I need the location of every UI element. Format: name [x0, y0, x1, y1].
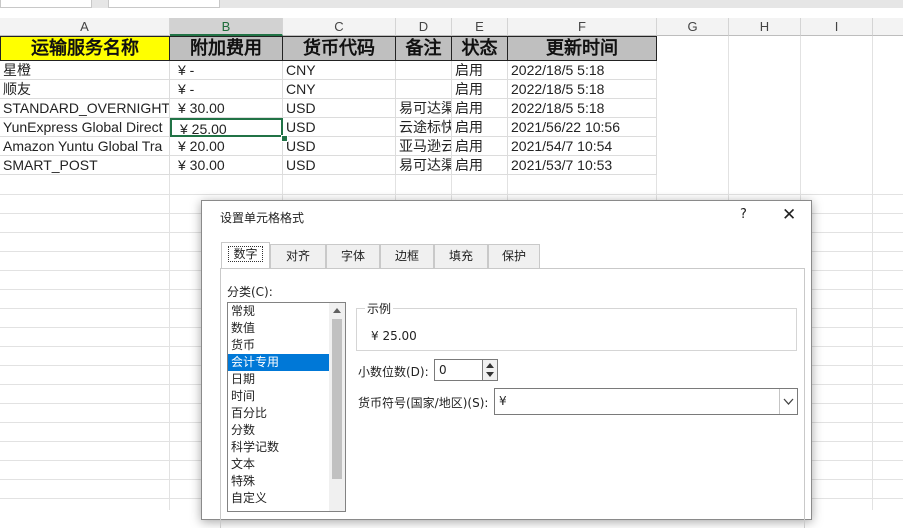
- scroll-arrows-icon: [332, 308, 342, 479]
- header-cell-surcharge[interactable]: 附加费用: [170, 36, 283, 61]
- help-button[interactable]: ?: [740, 207, 747, 222]
- category-label: 分类(C):: [227, 285, 273, 299]
- cell-updated[interactable]: 2022/18/5 5:18: [508, 99, 657, 118]
- chevron-down-icon: [779, 389, 797, 414]
- tab-fill[interactable]: 填充: [434, 244, 488, 268]
- currency-symbol-label: 货币符号(国家/地区)(S):: [358, 396, 489, 410]
- category-item[interactable]: 货币: [228, 337, 331, 354]
- currency-symbol-value: ¥: [499, 394, 507, 408]
- column-header-e[interactable]: E: [452, 18, 508, 36]
- cell-service-name[interactable]: Amazon Yuntu Global Tra: [0, 137, 170, 156]
- tab-protection[interactable]: 保护: [488, 244, 540, 268]
- cell-note[interactable]: 云途标快: [396, 118, 452, 137]
- cell-surcharge[interactable]: ¥ 30.00: [170, 99, 283, 118]
- column-header-f[interactable]: F: [508, 18, 657, 36]
- tab-number-label: 数字: [228, 246, 263, 262]
- cell-updated[interactable]: 2021/56/22 10:56: [508, 118, 657, 137]
- cell-note[interactable]: 亚马逊云: [396, 137, 452, 156]
- sample-value: ¥ 25.00: [371, 329, 417, 343]
- tab-alignment[interactable]: 对齐: [270, 244, 326, 268]
- cell-currency[interactable]: USD: [283, 118, 396, 137]
- cell-updated[interactable]: 2022/18/5 5:18: [508, 80, 657, 99]
- grid-line: [872, 36, 873, 510]
- category-item[interactable]: 文本: [228, 456, 331, 473]
- category-item[interactable]: 科学记数: [228, 439, 331, 456]
- cell-updated[interactable]: 2022/18/5 5:18: [508, 61, 657, 80]
- sample-label: 示例: [365, 300, 394, 317]
- cell-currency[interactable]: CNY: [283, 80, 396, 99]
- cell-note[interactable]: [396, 80, 452, 99]
- cell-status[interactable]: 启用: [452, 118, 508, 137]
- cell-surcharge[interactable]: ¥ 20.00: [170, 137, 283, 156]
- cell-updated[interactable]: 2021/53/7 10:53: [508, 156, 657, 175]
- column-header-d[interactable]: D: [396, 18, 452, 36]
- category-item[interactable]: 分数: [228, 422, 331, 439]
- cell-status[interactable]: 启用: [452, 99, 508, 118]
- cell-surcharge[interactable]: ¥ -: [170, 80, 283, 99]
- cell-currency[interactable]: USD: [283, 99, 396, 118]
- list-scrollbar[interactable]: [329, 303, 345, 511]
- cell-updated[interactable]: 2021/54/7 10:54: [508, 137, 657, 156]
- tab-border[interactable]: 边框: [380, 244, 434, 268]
- category-list[interactable]: 常规 数值 货币 会计专用 日期 时间 百分比 分数 科学记数 文本 特殊 自定…: [227, 302, 346, 512]
- tab-number[interactable]: 数字: [221, 242, 270, 268]
- header-cell-updated[interactable]: 更新时间: [508, 36, 657, 61]
- spinner-arrows-icon: [486, 363, 494, 377]
- cell-surcharge-selected[interactable]: ¥ 25.00: [170, 118, 283, 137]
- cell-service-name[interactable]: YunExpress Global Direct: [0, 118, 170, 137]
- header-cell-status[interactable]: 状态: [452, 36, 508, 61]
- cell-currency[interactable]: USD: [283, 156, 396, 175]
- cell-surcharge[interactable]: ¥ -: [170, 61, 283, 80]
- header-cell-note[interactable]: 备注: [396, 36, 452, 61]
- dialog-title: 设置单元格格式: [220, 211, 305, 225]
- cell-note[interactable]: 易可达渠: [396, 99, 452, 118]
- sheet-tab[interactable]: [0, 0, 92, 8]
- sheet-tab[interactable]: [108, 0, 220, 8]
- column-header-b[interactable]: B: [170, 18, 283, 36]
- column-header-i[interactable]: I: [801, 18, 873, 36]
- cell-status[interactable]: 启用: [452, 61, 508, 80]
- cell-status[interactable]: 启用: [452, 80, 508, 99]
- cell-service-name[interactable]: 顺友: [0, 80, 170, 99]
- cell-surcharge[interactable]: ¥ 30.00: [170, 156, 283, 175]
- decimal-spinner[interactable]: [482, 359, 498, 381]
- category-item[interactable]: 常规: [228, 303, 331, 320]
- header-cell-currency[interactable]: 货币代码: [283, 36, 396, 61]
- cell-note[interactable]: [396, 61, 452, 80]
- grid-line: [0, 194, 903, 195]
- cell-status[interactable]: 启用: [452, 156, 508, 175]
- category-item[interactable]: 自定义: [228, 490, 331, 507]
- category-item[interactable]: 百分比: [228, 405, 331, 422]
- column-header-c[interactable]: C: [283, 18, 396, 36]
- category-item[interactable]: 特殊: [228, 473, 331, 490]
- cell-status[interactable]: 启用: [452, 137, 508, 156]
- cell-currency[interactable]: USD: [283, 137, 396, 156]
- decimal-places-input[interactable]: 0: [434, 359, 484, 381]
- cell-currency[interactable]: CNY: [283, 61, 396, 80]
- cell-note[interactable]: 易可达渠: [396, 156, 452, 175]
- currency-symbol-select[interactable]: ¥: [494, 388, 798, 415]
- column-header-g[interactable]: G: [657, 18, 729, 36]
- category-item[interactable]: 时间: [228, 388, 331, 405]
- column-header-h[interactable]: H: [729, 18, 801, 36]
- category-item-selected[interactable]: 会计专用: [228, 354, 331, 371]
- tab-font[interactable]: 字体: [326, 244, 380, 268]
- sample-box: 示例 ¥ 25.00: [356, 300, 797, 351]
- cell-service-name[interactable]: SMART_POST: [0, 156, 170, 175]
- format-cells-dialog: 设置单元格格式 ? ✕ 数字 对齐 字体 边框 填充 保护 分类(C): 常规 …: [201, 200, 812, 528]
- close-icon[interactable]: ✕: [782, 205, 796, 225]
- column-header-next[interactable]: [873, 18, 903, 36]
- category-item[interactable]: 数值: [228, 320, 331, 337]
- column-header-a[interactable]: A: [0, 18, 170, 36]
- cell-service-name[interactable]: STANDARD_OVERNIGHT: [0, 99, 170, 118]
- decimal-places-label: 小数位数(D):: [358, 365, 429, 379]
- cell-service-name[interactable]: 星橙: [0, 61, 170, 80]
- header-cell-service-name[interactable]: 运输服务名称: [0, 36, 170, 61]
- category-item[interactable]: 日期: [228, 371, 331, 388]
- fill-handle[interactable]: [281, 135, 288, 142]
